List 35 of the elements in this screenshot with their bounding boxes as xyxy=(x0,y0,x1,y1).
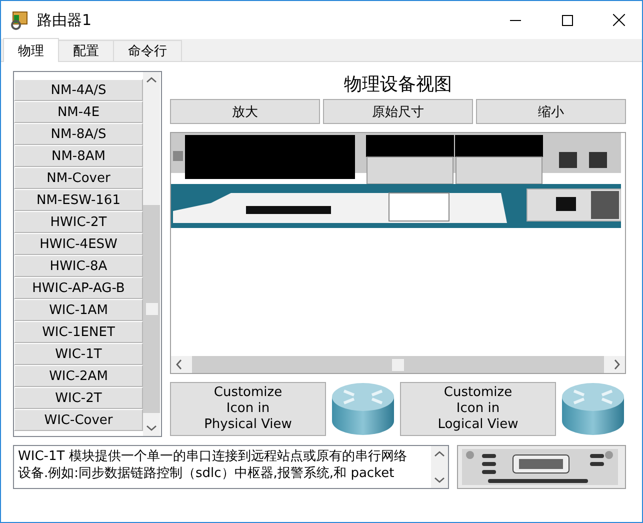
module-button[interactable]: NM-ESW-161 xyxy=(14,189,143,211)
horizontal-scrollbar[interactable] xyxy=(171,356,625,373)
maximize-icon xyxy=(562,14,572,26)
tab[interactable]: 物理 xyxy=(3,38,59,62)
description-text: WIC-1T 模块提供一个单一的串口连接到远程站点或原有的串行网络设备.例如:同步数据链路控制（sdlc）中枢器,报警系统,和 packet xyxy=(17,448,408,483)
scrollbar[interactable] xyxy=(431,446,448,488)
router-icon xyxy=(560,381,626,437)
module-button[interactable]: WIC-1AM xyxy=(14,299,143,321)
zoom-out-button[interactable]: 缩小 xyxy=(476,99,626,124)
zoom-in-button[interactable]: 放大 xyxy=(170,99,320,124)
module-button[interactable]: NM-4E xyxy=(14,101,143,123)
module-button[interactable]: NM-8A/S xyxy=(14,123,143,145)
module-button[interactable]: HWIC-2T xyxy=(14,211,143,233)
scrollbar[interactable] xyxy=(143,72,160,436)
module-button[interactable]: NM-Cover xyxy=(14,167,143,189)
window-title: 路由器1 xyxy=(37,10,93,30)
module-button[interactable]: HWIC-8A xyxy=(14,255,143,277)
module-button[interactable]: WIC-1ENET xyxy=(14,321,143,343)
close-icon xyxy=(613,14,625,26)
tab[interactable]: 命令行 xyxy=(113,40,182,61)
module-button[interactable]: WIC-1T xyxy=(14,343,143,365)
customize-icon-button[interactable]: Customize Icon in Logical View xyxy=(400,382,556,436)
router-icon xyxy=(330,381,396,437)
module-button[interactable]: NM-4A/S xyxy=(14,79,143,101)
customize-icon-button[interactable]: Customize Icon in Physical View xyxy=(170,382,326,436)
module-button[interactable]: NM-8AM xyxy=(14,145,143,167)
view-title: 物理设备视图 xyxy=(343,73,453,97)
scroll-thumb[interactable] xyxy=(146,303,158,315)
scroll-thumb[interactable] xyxy=(392,358,404,370)
original-size-button[interactable]: 原始尺寸 xyxy=(323,99,473,124)
module-button[interactable]: WIC-2T xyxy=(14,387,143,409)
module-button[interactable]: HWIC-AP-AG-B xyxy=(14,277,143,299)
module-button[interactable]: HWIC-4ESW xyxy=(14,233,143,255)
module-button[interactable]: WIC-Cover xyxy=(14,409,143,431)
module-button[interactable]: WIC-2AM xyxy=(14,365,143,387)
